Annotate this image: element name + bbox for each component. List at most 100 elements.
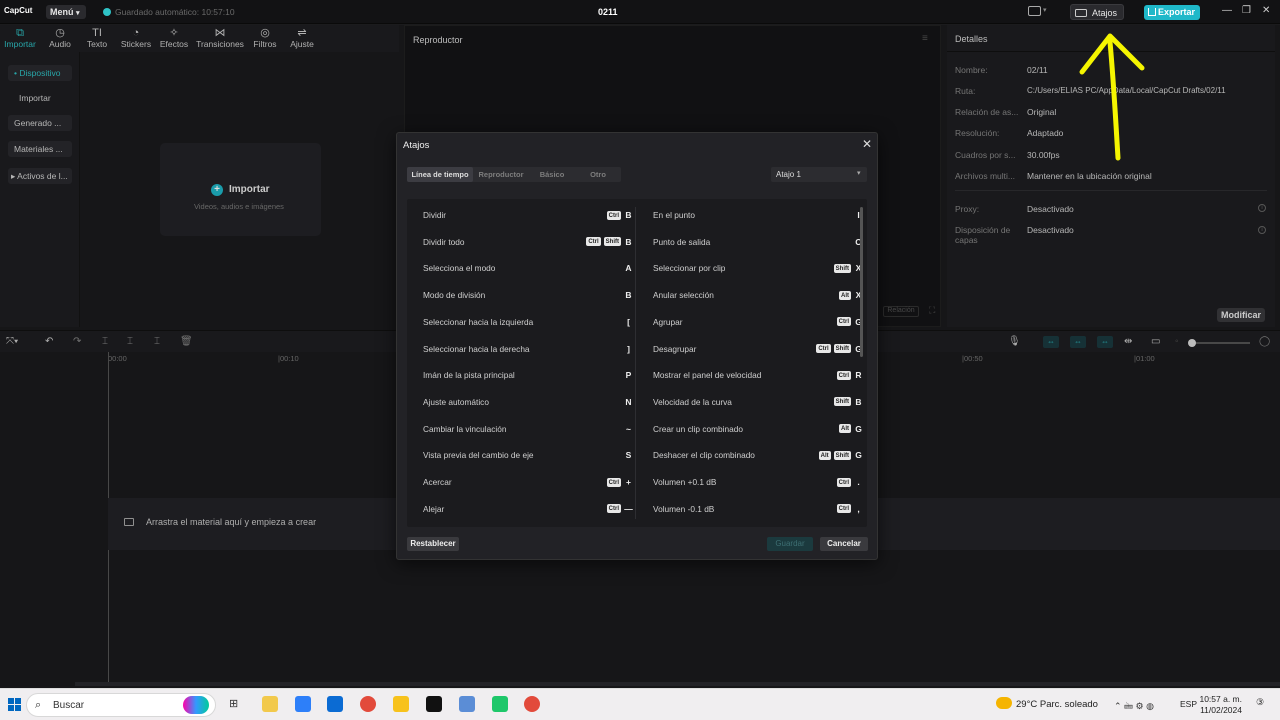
shortcut-keys[interactable]: Ctrl + [606,477,633,487]
shortcut-label: En el punto [653,210,695,220]
shortcut-keys[interactable]: [ [624,317,633,327]
shortcut-keys[interactable]: ~ [624,424,633,434]
shortcuts-button[interactable]: Atajos [1070,4,1124,20]
shortcut-key: ~ [626,423,631,434]
shortcut-row[interactable]: Volumen +0.1 dB Ctrl. [653,477,863,498]
shortcut-label: Crear un clip combinado [653,423,743,434]
modifier-key: Ctrl [836,370,851,380]
shortcut-label: Volumen +0.1 dB [653,477,717,487]
copilot-icon[interactable] [183,696,209,714]
shortcut-row[interactable]: Selecciona el modo A [423,263,633,284]
shortcut-row[interactable]: Acercar Ctrl + [423,477,633,498]
shortcut-row[interactable]: Ajuste automático N [423,397,633,418]
save-button[interactable]: Guardar [767,537,813,551]
shortcut-keys[interactable]: B [624,290,633,300]
shortcut-row[interactable]: Velocidad de la curva Shift B [653,397,863,418]
shortcut-row[interactable]: Seleccionar hacia la derecha] [423,344,633,365]
shortcut-key: [ [627,316,630,327]
modifier-key: Alt [839,290,851,300]
maximize-icon[interactable]: ❐ [1242,5,1251,16]
shortcut-keys[interactable]: Ctrl, [836,504,863,514]
list-scrollbar[interactable] [860,207,863,357]
shortcut-keys[interactable]: Ctrl B [606,210,633,220]
shortcut-key: A [625,263,632,274]
shortcut-row[interactable]: Punto de salida O [653,237,863,258]
layout-icon[interactable] [1028,6,1041,16]
shortcut-keys[interactable]: Ctrl Shift B [586,237,633,247]
notification-icon[interactable]: ③ [1256,697,1264,708]
export-button[interactable]: Exportar [1144,5,1200,20]
weather-icon[interactable] [996,697,1012,709]
tab-timeline[interactable]: Línea de tiempo [407,167,473,182]
shortcut-keys[interactable]: Shift X [833,263,863,273]
tab-player[interactable]: Reproductor [473,167,529,182]
shortcut-row[interactable]: Deshacer el clip combinado Alt Shift G [653,450,863,471]
shortcut-row[interactable]: Seleccionar hacia la izquierda [ [423,317,633,338]
shortcut-key: B [625,236,632,247]
shortcut-row[interactable]: Seleccionar por clip Shift X [653,263,863,284]
clock[interactable]: 10:57 a. m. 11/02/2024 [1198,694,1242,716]
shortcut-keys[interactable]: P [624,370,633,380]
shortcut-row[interactable]: Dividir todo Ctrl Shift B [423,236,633,258]
shortcut-keys[interactable]: Ctrl. [836,477,863,487]
modifier-key: Ctrl [586,237,601,247]
sticky-notes-icon[interactable] [393,696,409,712]
reset-button[interactable]: Restablecer [407,537,459,551]
shortcut-label: Vista previa del cambio de eje [423,450,534,461]
search-input[interactable]: ⌕ Buscar [26,693,216,717]
tab-other[interactable]: Otro [575,167,621,182]
shortcut-keys[interactable]: N [624,397,633,407]
close-icon[interactable]: ✕ [862,137,872,151]
close-icon[interactable]: ✕ [1262,5,1270,16]
shortcut-row[interactable]: Imán de la pista principal P [423,370,633,391]
shortcut-key: . [857,477,860,487]
file-explorer-icon[interactable] [262,696,278,712]
shortcut-keys[interactable]: Ctrl Shift G [816,344,863,354]
shortcut-keys[interactable]: Alt Shift G [818,450,863,460]
chevron-down-icon: ▾ [76,10,80,17]
shortcut-label: Dividir todo [423,236,465,247]
system-tray-icons[interactable]: ⌃ 🖮 ⚙ ◍ [1114,699,1154,715]
cancel-button[interactable]: Cancelar [820,537,868,551]
shortcut-row[interactable]: Dividir Ctrl B [423,210,633,231]
shortcut-keys[interactable]: ] [624,344,633,354]
menu-label: Menú [50,7,74,17]
app-icon[interactable] [459,696,475,712]
shortcut-keys[interactable]: S [624,450,633,460]
language-indicator[interactable]: ESP [1180,699,1197,709]
shortcut-row[interactable]: Alejar Ctrl — [423,504,633,525]
shortcut-keys[interactable]: Shift B [833,397,863,407]
shortcut-row[interactable]: Vista previa del cambio de eje S [423,450,633,471]
shortcut-row[interactable]: Crear un clip combinado Alt G [653,423,863,445]
task-view-icon[interactable]: ⊞ [229,697,238,710]
shortcut-keys[interactable]: A [624,263,633,273]
tab-basic[interactable]: Básico [529,167,575,182]
preset-select[interactable]: Atajo 1 ▾ [771,167,867,182]
windows-start-icon[interactable] [8,698,21,711]
shortcut-keys[interactable]: Ctrl R [836,370,863,380]
chrome-icon[interactable] [524,696,540,712]
shortcut-keys[interactable]: Alt G [839,424,863,434]
chevron-down-icon[interactable]: ▾ [1043,6,1047,14]
modifier-key: Alt [818,450,831,460]
shortcut-row[interactable]: En el punto I [653,210,863,231]
capcut-taskbar-icon[interactable] [426,696,442,712]
shortcut-row[interactable]: Mostrar el panel de velocidad Ctrl R [653,370,863,391]
shortcut-row[interactable]: Desagrupar Ctrl Shift G [653,344,863,365]
shortcut-keys[interactable]: Ctrl — [606,504,633,514]
clock-date: 11/02/2024 [1200,705,1242,715]
minimize-icon[interactable]: — [1222,5,1232,16]
shortcut-row[interactable]: Cambiar la vinculación ~ [423,424,633,445]
shortcut-row[interactable]: Agrupar Ctrl G [653,317,863,338]
modifier-key: Shift [833,450,851,460]
mail-icon[interactable] [327,696,343,712]
shortcut-row[interactable]: Anular selección Alt X [653,290,863,311]
shortcut-label: Anular selección [653,290,714,301]
weather-text[interactable]: 29°C Parc. soleado [1016,699,1098,710]
chrome-icon[interactable] [360,696,376,712]
menu-button[interactable]: Menú ▾ [46,5,86,19]
shortcut-row[interactable]: Modo de división B [423,290,633,311]
store-icon[interactable] [295,696,311,712]
app-icon[interactable] [492,696,508,712]
shortcut-row[interactable]: Volumen -0.1 dB Ctrl, [653,504,863,525]
